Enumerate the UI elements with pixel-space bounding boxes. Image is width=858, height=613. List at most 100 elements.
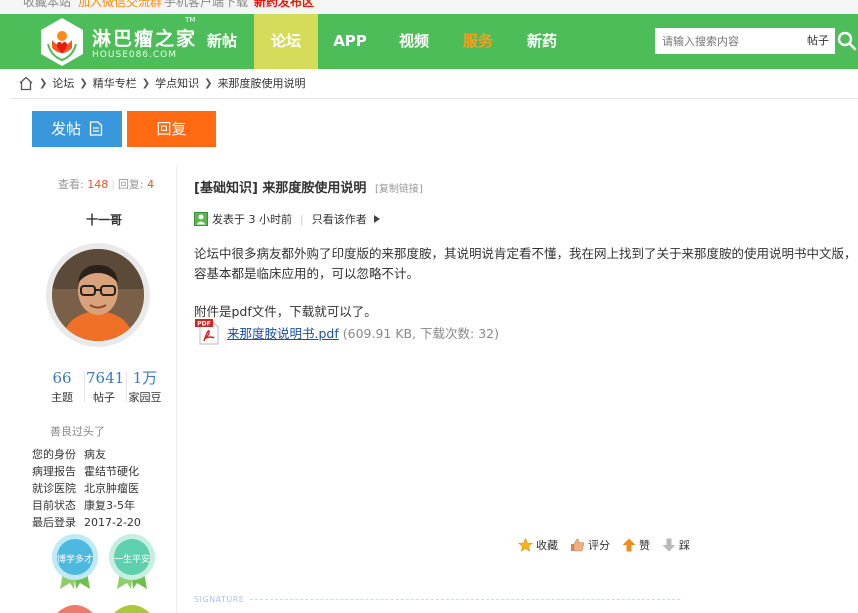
nav-videos[interactable]: 视频 xyxy=(388,14,440,69)
post-paragraph: 容基本都是临床应用的，可以忽略不计。 xyxy=(194,266,420,281)
profile-value: 霍结节硬化 xyxy=(84,465,139,478)
medal-partial-icon xyxy=(57,605,93,613)
beans-label: 家园豆 xyxy=(128,391,162,404)
new-post-button[interactable]: 发帖 xyxy=(32,111,122,147)
beans-stat[interactable]: 1万 家园豆 xyxy=(127,368,163,405)
search-input[interactable] xyxy=(655,28,795,54)
dislike-label: 踩 xyxy=(679,539,690,552)
topics-stat[interactable]: 66 主题 xyxy=(44,368,80,405)
pdf-badge: PDF xyxy=(197,321,210,328)
author-motto: 善良过头了 xyxy=(50,425,105,438)
user-online-icon xyxy=(194,212,208,226)
attachment: 来那度胺说明书.pdf (609.91 KB, 下载次数: 32) xyxy=(227,323,499,342)
thread-stats: 查看: 148 | 回复: 4 xyxy=(58,176,154,192)
meta-divider: | xyxy=(300,212,304,226)
search-icon[interactable] xyxy=(837,31,857,51)
profile-row: 最后登录 2017-2-20 xyxy=(32,514,141,531)
post-title: [基础知识] 来那度胺使用说明 [复制链接] xyxy=(194,177,423,196)
author-username[interactable]: 十一哥 xyxy=(86,211,122,228)
search-type-select[interactable]: 帖子 xyxy=(807,28,829,54)
nav-new-drugs[interactable]: 新药 xyxy=(516,14,568,69)
attachment-meta: (609.91 KB, 下载次数: 32) xyxy=(342,326,500,341)
thumbs-up-hand-icon xyxy=(571,538,585,552)
dislike-button[interactable]: 踩 xyxy=(662,537,690,553)
nav-app[interactable]: APP xyxy=(326,14,374,69)
author-only-link[interactable]: 只看该作者 xyxy=(312,211,367,227)
mobile-app-link[interactable]: 手机客户端下载 xyxy=(164,0,248,9)
chevron-right-icon: ❯ xyxy=(39,77,48,89)
topics-label: 主题 xyxy=(51,391,73,404)
top-strip: 收藏本站 加入微信交流群 手机客户端下载 新药发布区 xyxy=(0,0,858,14)
profile-key: 目前状态 xyxy=(32,499,76,512)
avatar-photo xyxy=(52,249,144,341)
main-nav: 淋巴瘤之家 HOUSE086.COM TM 新帖 论坛 APP 视频 服务 新药… xyxy=(0,14,858,69)
medal-erudite-label: 博学多才 xyxy=(56,555,93,565)
pdf-file-icon: PDF xyxy=(195,319,219,345)
nav-services[interactable]: 服务 xyxy=(452,14,504,69)
beans-count: 1万 xyxy=(132,369,158,387)
views-label: 查看: xyxy=(58,178,84,191)
like-button[interactable]: 赞 xyxy=(622,537,650,553)
arrow-down-icon xyxy=(662,538,676,552)
avatar-image xyxy=(52,249,144,341)
logo-icon[interactable] xyxy=(36,16,88,68)
breadcrumb-featured[interactable]: 精华专栏 xyxy=(93,75,137,91)
profile-row: 就诊医院 北京肿瘤医 xyxy=(32,480,141,497)
breadcrumb-forum[interactable]: 论坛 xyxy=(52,75,74,91)
profile-key: 就诊医院 xyxy=(32,482,76,495)
signature-divider xyxy=(250,599,680,600)
post-title-text: [基础知识] 来那度胺使用说明 xyxy=(194,181,367,196)
profile-key: 您的身份 xyxy=(32,448,76,461)
breadcrumb-divider xyxy=(10,98,858,99)
search-box: 帖子 xyxy=(655,28,835,54)
reply-button[interactable]: 回复 xyxy=(127,111,216,147)
author-counts: 66 主题 7641 帖子 1万 家园豆 xyxy=(44,368,164,408)
favorite-button[interactable]: 收藏 xyxy=(518,537,558,553)
brand-domain: HOUSE086.COM xyxy=(92,50,178,60)
document-icon xyxy=(89,121,103,136)
profile-value: 2017-2-20 xyxy=(84,516,141,529)
rate-label: 评分 xyxy=(588,539,610,552)
profile-row: 目前状态 康复3-5年 xyxy=(32,497,141,514)
breadcrumb-learning[interactable]: 学点知识 xyxy=(155,75,199,91)
posts-count: 7641 xyxy=(86,369,125,387)
nav-forum[interactable]: 论坛 xyxy=(254,14,318,69)
nav-new-posts[interactable]: 新帖 xyxy=(196,14,248,69)
post-actions: 收藏 评分 赞 踩 xyxy=(518,537,702,553)
profile-key: 病理报告 xyxy=(32,465,76,478)
chevron-right-icon: ❯ xyxy=(204,77,213,89)
chevron-right-icon: ❯ xyxy=(79,77,88,89)
topics-count: 66 xyxy=(52,369,72,387)
profile-value: 康复3-5年 xyxy=(84,499,135,512)
attachment-note: 附件是pdf文件，下载就可以了。 xyxy=(194,304,377,319)
posts-label: 帖子 xyxy=(93,391,115,404)
caret-right-icon xyxy=(373,215,380,223)
trademark-mark: TM xyxy=(185,16,196,24)
avatar[interactable] xyxy=(46,243,150,347)
replies-label: 回复: xyxy=(117,178,144,191)
profile-row: 病理报告 霍结节硬化 xyxy=(32,463,141,480)
post-time: 发表于 3 小时前 xyxy=(212,213,292,226)
profile-value: 病友 xyxy=(84,448,106,461)
profile-value: 北京肿瘤医 xyxy=(84,482,139,495)
rate-button[interactable]: 评分 xyxy=(570,537,610,553)
star-icon xyxy=(518,538,533,552)
counts-divider xyxy=(84,372,85,402)
favorite-label: 收藏 xyxy=(536,539,558,552)
like-label: 赞 xyxy=(639,539,650,552)
wechat-group-link[interactable]: 加入微信交流群 xyxy=(78,0,162,9)
posts-stat[interactable]: 7641 帖子 xyxy=(86,368,125,405)
signature-label: SIGNATURE xyxy=(194,595,245,604)
attachment-download-link[interactable]: 来那度胺说明书.pdf xyxy=(227,326,339,341)
replies-count: 4 xyxy=(147,178,155,191)
stats-divider: | xyxy=(111,178,115,191)
breadcrumb: ❯ 论坛 ❯ 精华专栏 ❯ 学点知识 ❯ 来那度胺使用说明 xyxy=(18,72,306,94)
copy-link-button[interactable]: [复制链接] xyxy=(375,184,423,195)
new-drug-link[interactable]: 新药发布区 xyxy=(254,0,314,9)
medal-peace-label: 一生平安 xyxy=(113,555,150,565)
new-post-label: 发帖 xyxy=(51,120,82,138)
bookmark-link[interactable]: 收藏本站 xyxy=(23,0,71,9)
brand-name: 淋巴瘤之家 xyxy=(92,28,198,50)
views-count: 148 xyxy=(87,178,109,191)
home-icon[interactable] xyxy=(18,76,34,91)
